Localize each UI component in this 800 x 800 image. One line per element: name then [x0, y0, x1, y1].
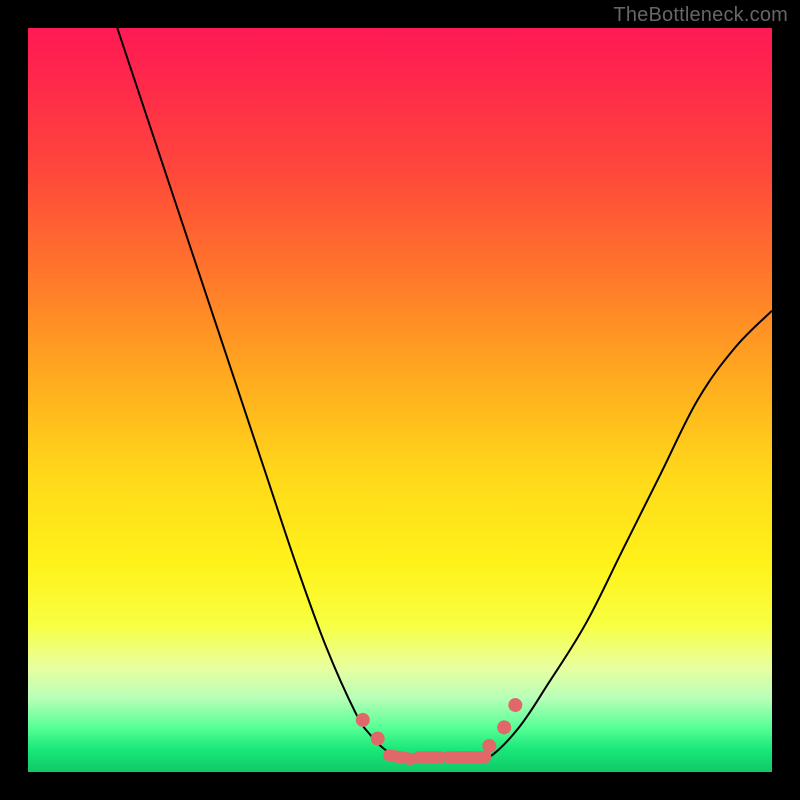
highlight-marker	[494, 718, 514, 738]
plot-area	[28, 28, 772, 772]
curve-path	[117, 28, 772, 760]
highlight-marker	[368, 729, 388, 749]
watermark-text: TheBottleneck.com	[613, 4, 788, 27]
bottleneck-curve	[117, 28, 772, 760]
highlight-marker	[457, 751, 491, 763]
highlight-marker	[505, 695, 525, 715]
marker-group	[353, 695, 525, 766]
highlight-marker	[382, 748, 418, 765]
outer-frame: TheBottleneck.com	[0, 0, 800, 800]
highlight-marker	[413, 751, 447, 763]
curve-layer	[28, 28, 772, 772]
